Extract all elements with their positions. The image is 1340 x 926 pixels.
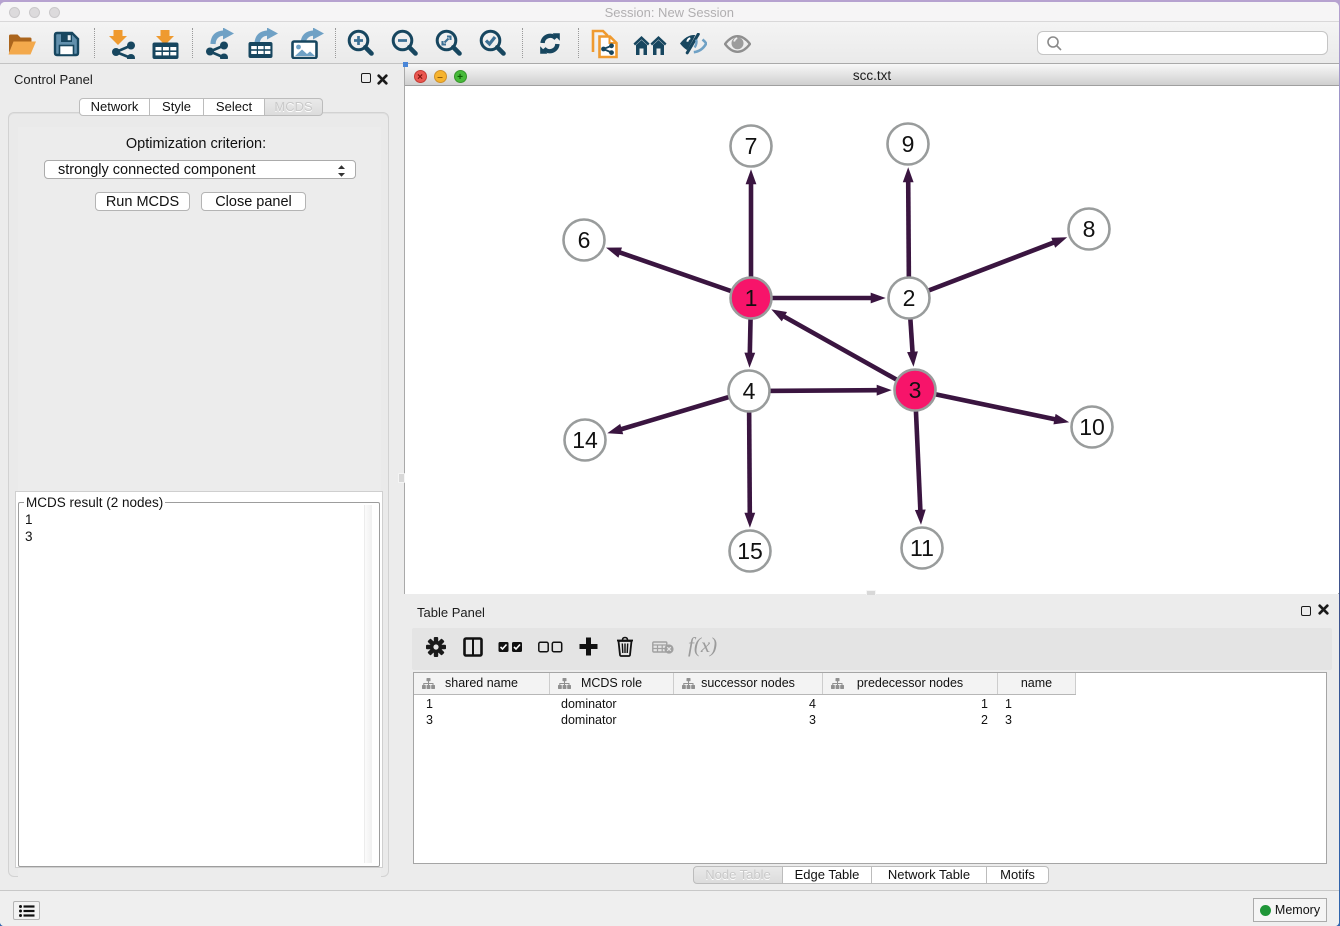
svg-text:8: 8 [1083,216,1096,242]
svg-text:7: 7 [745,133,758,159]
svg-text:15: 15 [737,538,763,564]
svg-text:9: 9 [902,131,915,157]
svg-text:2: 2 [903,285,916,311]
svg-text:14: 14 [572,427,598,453]
svg-text:1: 1 [745,285,758,311]
svg-text:3: 3 [909,377,922,403]
svg-text:6: 6 [578,227,591,253]
svg-text:11: 11 [910,535,934,561]
svg-text:10: 10 [1079,414,1105,440]
svg-text:4: 4 [743,378,756,404]
